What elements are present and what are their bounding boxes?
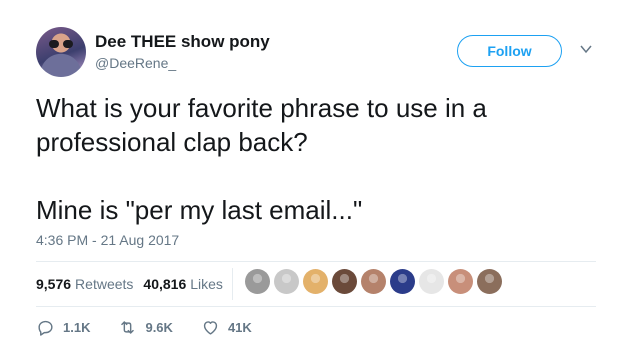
author-handle[interactable]: @DeeRene_ [95, 55, 176, 71]
liker-avatar-6[interactable] [390, 269, 415, 294]
divider [36, 261, 596, 262]
tweet-text: What is your favorite phrase to use in a… [36, 91, 596, 227]
like-count: 41K [227, 320, 252, 335]
retweet-count: 9.6K [145, 320, 173, 335]
likes-stat[interactable]: 40,816 Likes [143, 276, 223, 292]
liker-avatar-9[interactable] [477, 269, 502, 294]
tweet-text-line-1: What is your favorite phrase to use in a… [36, 93, 487, 157]
heart-icon [203, 321, 218, 335]
retweets-label: Retweets [75, 276, 134, 292]
liker-avatar-1[interactable] [245, 269, 270, 294]
likes-count: 40,816 [143, 276, 187, 292]
author-avatar[interactable] [36, 27, 86, 77]
liker-avatar-8[interactable] [448, 269, 473, 294]
liker-avatar-2[interactable] [274, 269, 299, 294]
like-button[interactable]: 41K [201, 318, 252, 337]
tweet-stats: 9,576 Retweets 40,816 Likes [36, 276, 233, 292]
likes-label: Likes [190, 276, 223, 292]
liker-avatar-4[interactable] [332, 269, 357, 294]
reply-count: 1.1K [63, 320, 91, 335]
author-display-name[interactable]: Dee THEE show pony [95, 32, 270, 52]
divider [36, 306, 596, 307]
follow-button[interactable]: Follow [457, 35, 562, 67]
liker-avatar-7[interactable] [419, 269, 444, 294]
tweet-actions: 1.1K 9.6K 41K [36, 318, 280, 337]
sunglasses-icon [49, 40, 73, 48]
reply-button[interactable]: 1.1K [36, 318, 90, 337]
reply-icon [38, 320, 53, 336]
liker-avatars [245, 269, 506, 294]
retweets-count: 9,576 [36, 276, 72, 292]
tweet-timestamp[interactable]: 4:36 PM - 21 Aug 2017 [36, 232, 179, 248]
stats-separator [232, 268, 233, 300]
tweet-text-line-2: Mine is "per my last email..." [36, 195, 363, 225]
chevron-down-icon[interactable] [580, 44, 592, 54]
liker-avatar-5[interactable] [361, 269, 386, 294]
retweet-button[interactable]: 9.6K [118, 318, 173, 337]
retweet-icon [121, 321, 135, 334]
retweets-stat[interactable]: 9,576 Retweets [36, 276, 133, 292]
liker-avatar-3[interactable] [303, 269, 328, 294]
